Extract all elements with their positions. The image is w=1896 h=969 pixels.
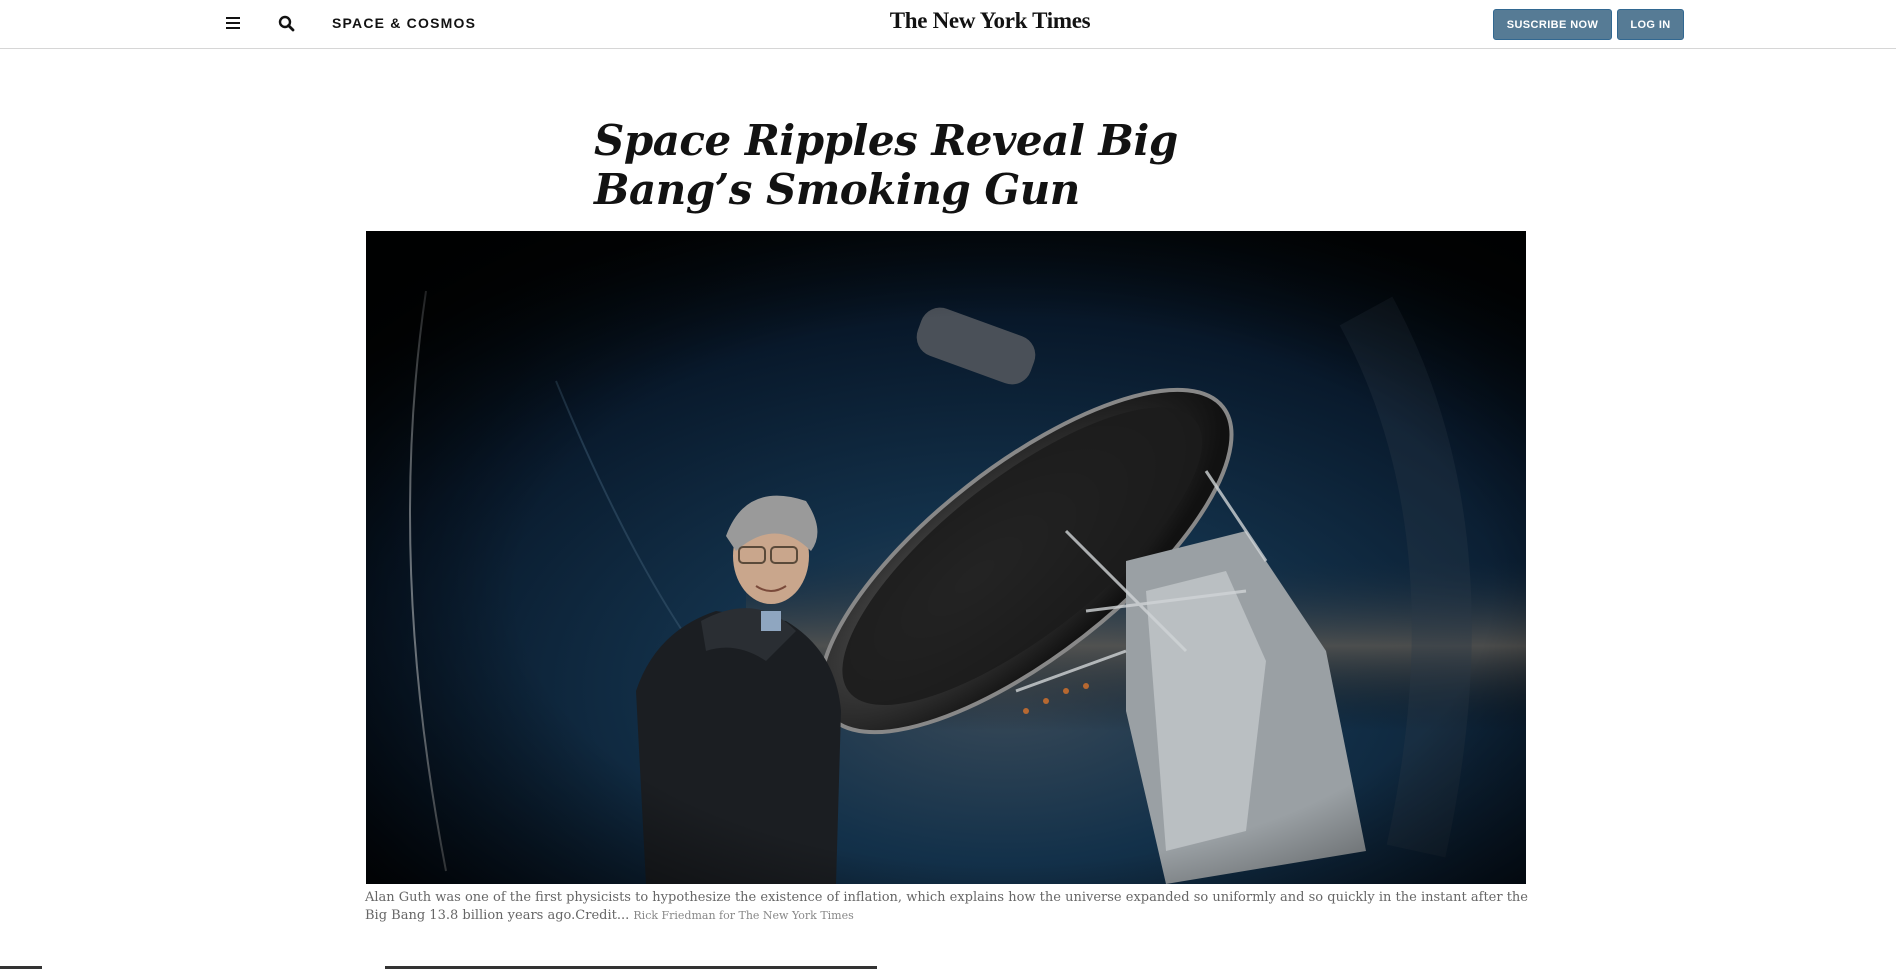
masthead-logo[interactable]: The New York Times [860, 8, 1120, 34]
hamburger-menu-icon[interactable] [222, 14, 244, 34]
login-button[interactable]: LOG IN [1617, 9, 1684, 40]
credit-prefix: Credit... [575, 908, 630, 923]
photo-caption: Alan Guth was one of the first physicist… [365, 889, 1530, 925]
article-photo [366, 231, 1526, 884]
site-header: SPACE & COSMOS The New York Times SUSCRI… [0, 0, 1896, 49]
caption-text: Alan Guth was one of the first physicist… [365, 890, 1528, 923]
photo-credit: Rick Friedman for The New York Times [633, 909, 854, 922]
article-headline: Space Ripples Reveal Big Bang’s Smoking … [594, 116, 1178, 214]
search-icon[interactable] [276, 13, 298, 35]
section-link[interactable]: SPACE & COSMOS [332, 15, 476, 31]
subscribe-button[interactable]: SUSCRIBE NOW [1493, 9, 1612, 40]
